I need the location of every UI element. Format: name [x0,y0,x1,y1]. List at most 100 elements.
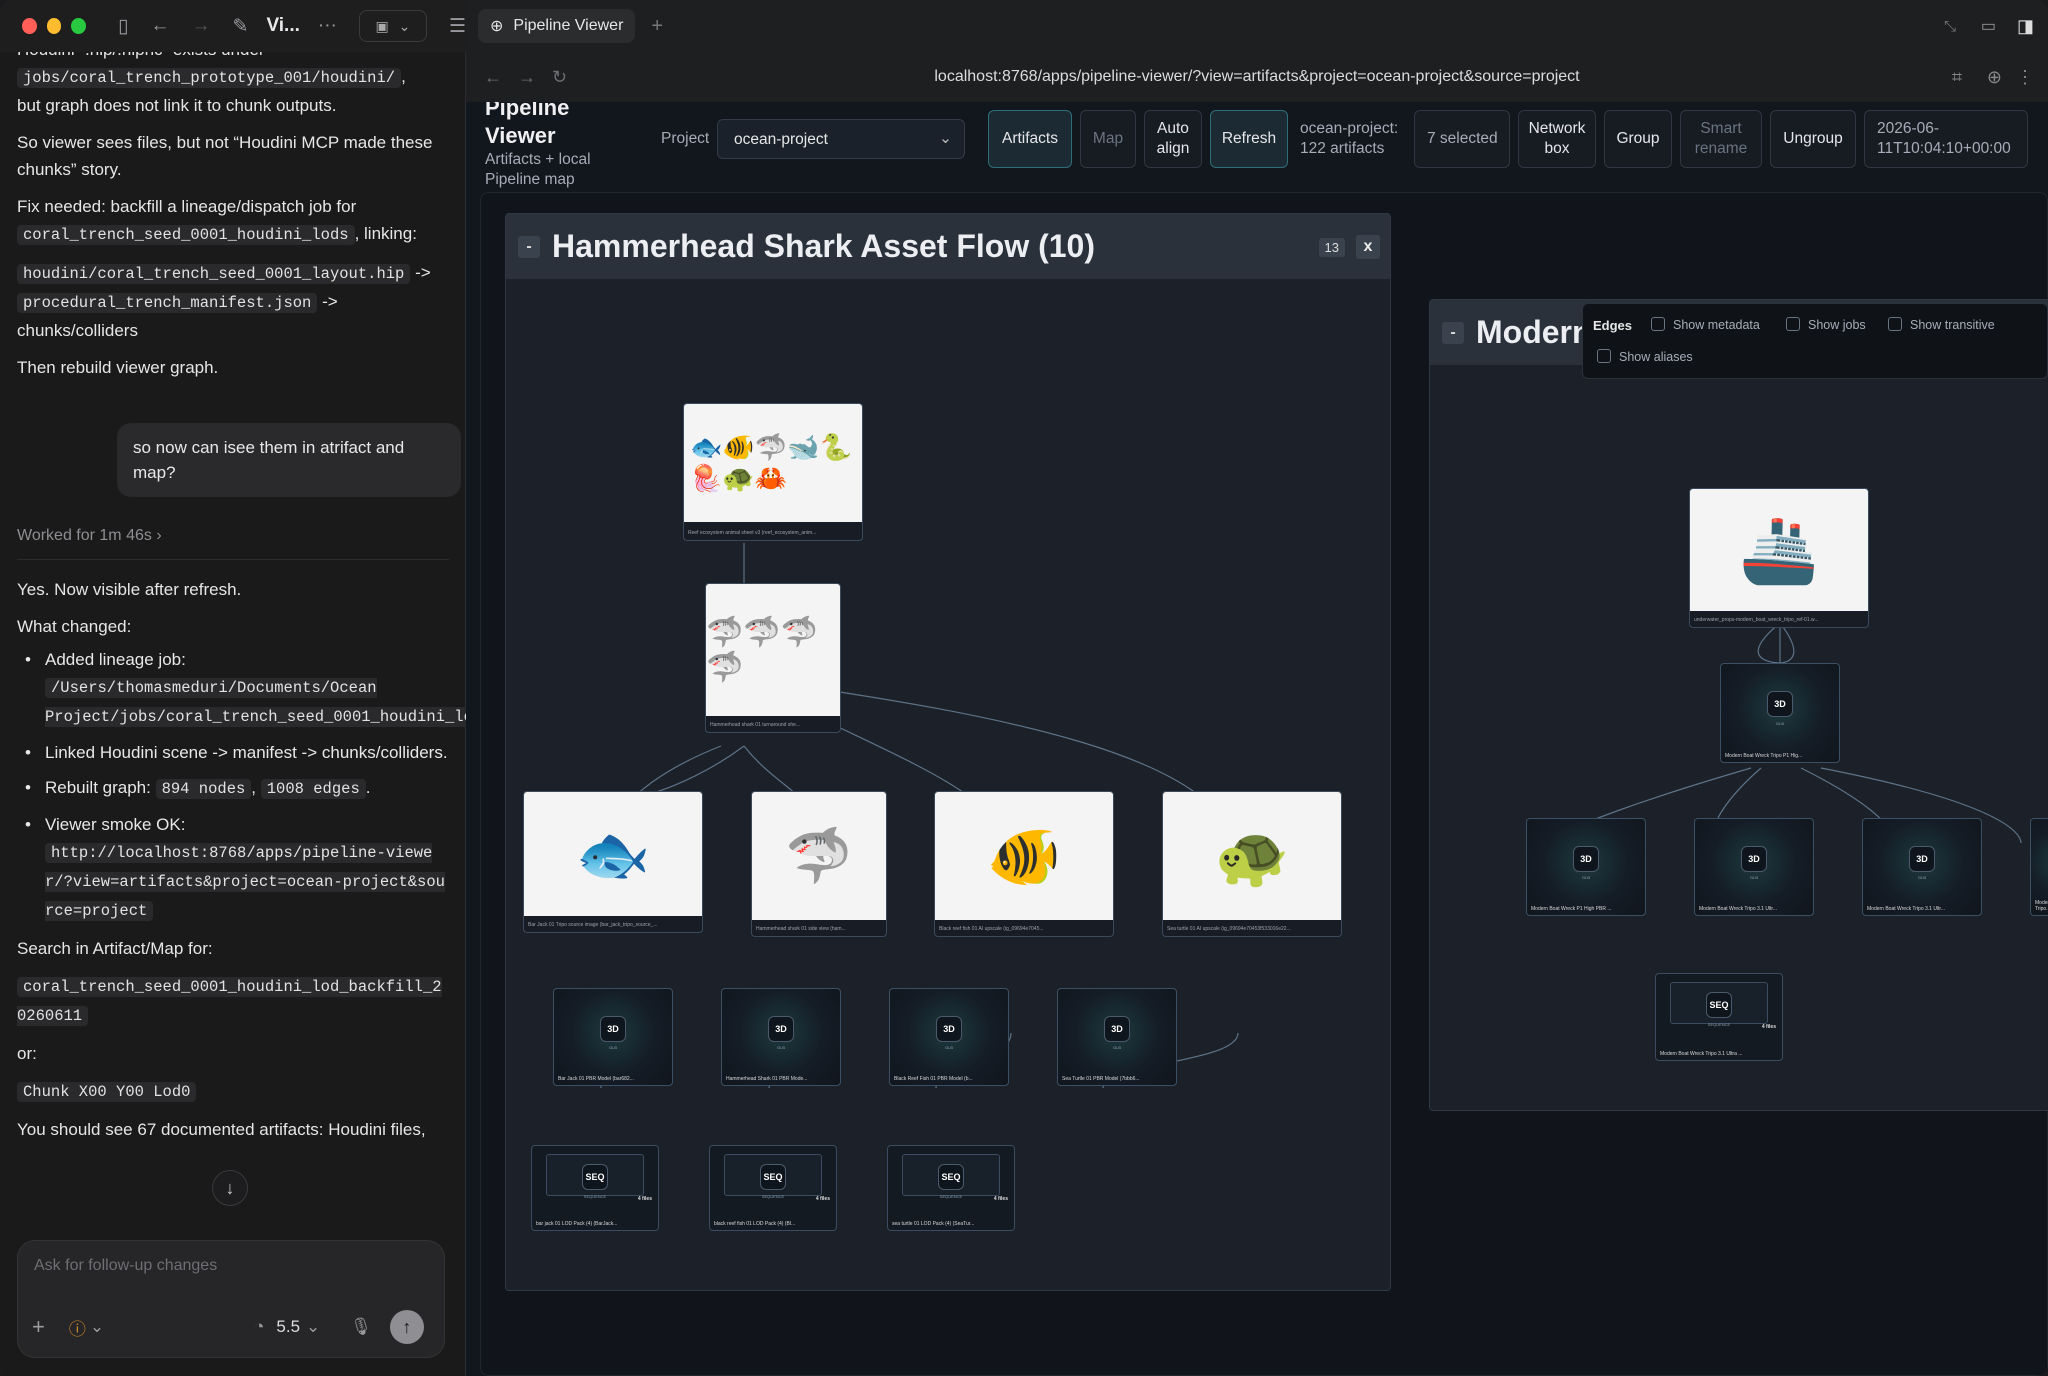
model-card[interactable]: 3D GLB Modern Boat Wreck Tripo 3.1 Ultr... [1694,818,1814,916]
artifact-card[interactable]: 🐢 Sea turtle 01 AI upscale (ig_09694e704… [1162,791,1342,937]
app-header: Pipeline Viewer Artifacts + local Pipeli… [466,102,2048,192]
minimize-pane-icon[interactable]: ⤡ [1944,18,1956,35]
model-card[interactable]: 3D GLB Sea Turtle 01 PBR Model (7bbb6... [1057,988,1177,1086]
checkbox-label: Show aliases [1619,350,1693,364]
3d-badge: 3D [768,1015,794,1042]
sequence-card[interactable]: SEQ SEQUENCE 4 files black reef fish 01 LOD… [709,1145,837,1231]
hammerhead-side-image: 🦈 [752,792,886,920]
group-title: Hammerhead Shark Asset Flow (10) [552,228,1095,264]
ungroup-button[interactable]: Ungroup [1770,110,1856,168]
inline-code[interactable]: http://localhost:8768/apps/pipeline-view… [45,843,445,921]
address-field[interactable]: localhost:8768/apps/pipeline-viewer/?vie… [466,68,2048,86]
checkbox[interactable] [1888,317,1902,331]
checkbox-label: Show metadata [1673,318,1760,332]
zoom-window-button[interactable] [71,18,87,34]
list-item-text: Linked Houdini scene -> manifest -> chun… [45,743,448,762]
minimize-window-button[interactable] [46,18,62,34]
list-icon[interactable]: ☰ [449,15,466,38]
list-item-text: Added lineage job: [45,650,186,669]
network-box-button[interactable]: Network box [1518,110,1596,168]
window-icon[interactable]: ▭ [1981,16,1996,36]
sequence-label: SEQUENCE [1707,1022,1731,1027]
scroll-down-button[interactable]: ↓ [212,1170,248,1206]
more-icon[interactable]: ··· [318,15,337,37]
artifact-count: ocean-project: 122 artifacts [1300,120,1399,157]
close-window-button[interactable] [22,18,37,34]
artifact-card[interactable]: 🚢 underwater_props-modern_boat_wreck_tri… [1689,488,1869,628]
new-tab-icon[interactable]: + [651,15,663,38]
globe-icon: ⊕ [490,18,504,35]
inline-code: coral_trench_seed_0001_houdini_lod_backf… [17,977,442,1026]
artifact-card[interactable]: 🦈🦈🦈🦈 Hammerhead shark 01 turnaround she.… [705,583,841,733]
checkbox[interactable] [1786,317,1800,331]
chat-transcript[interactable]: Houdini `.hip/.hipnc` exists under jobs/… [0,42,466,1232]
chevron-down-icon[interactable]: ⌄ [90,1317,104,1337]
sequence-card[interactable]: SEQ SEQUENCE 4 files bar jack 01 LOD Pack (… [531,1145,659,1231]
compose-icon[interactable]: ✎ [233,15,249,38]
composer[interactable]: Ask for follow-up changes + ⓘ ⌄ ◔ 5.5 ⌄ … [17,1240,445,1358]
send-button[interactable]: ↑ [389,1310,424,1344]
forward-arrow-icon[interactable]: → [192,15,211,37]
worked-label: Worked for 1m 46s [17,527,152,544]
model-select[interactable]: 5.5 [276,1317,300,1337]
model-card[interactable]: 3DModern Boat Wreck Tripo... [2030,818,2048,916]
model-card[interactable]: 3D GLB Modern Boat Wreck Tripo P1 Hig... [1720,663,1840,763]
artifact-card[interactable]: 🐟 Bar Jack 01 Tripo source image (bar_ja… [523,791,703,933]
list-item-text: Viewer smoke OK: [45,815,186,834]
seq-badge: SEQ [938,1164,964,1190]
model-card[interactable]: 3D GLB Hammerhead Shark 01 PBR Mode... [721,988,841,1086]
worked-duration[interactable]: Worked for 1m 46s › [17,527,449,560]
card-title: Sea Turtle 01 PBR Model (7bbb6... [1062,1076,1140,1082]
show-metadata-toggle[interactable]: Show metadata [1651,317,1760,332]
list-item: Viewer smoke OK: http://localhost:8768/ap… [25,811,449,925]
card-title: Bar Jack 01 PBR Model (bar682... [558,1076,634,1082]
model-card[interactable]: 3D GLB Black Reef Fish 01 PBR Model (b... [889,988,1009,1086]
sidebar-right-icon[interactable]: ◨ [2017,16,2034,37]
collapse-button[interactable]: - [518,235,540,258]
checkbox[interactable] [1651,317,1665,331]
checkbox[interactable] [1597,349,1611,363]
sidebar-toggle-icon[interactable]: ▯ [118,15,128,38]
inline-code: Chunk X00 Y00 Lod0 [17,1082,197,1102]
inline-code: coral_trench_seed_0001_houdini_lods [17,225,355,245]
plus-icon[interactable]: + [32,1314,45,1340]
tab-pipeline-viewer[interactable]: ⊕ Pipeline Viewer [478,9,636,43]
sequence-card[interactable]: SEQ SEQUENCE 4 files Modern Boat Wreck Trip… [1655,973,1783,1061]
model-card[interactable]: 3D GLB Modern Boat Wreck Tripo 3.1 Ultr... [1862,818,1982,916]
artifact-card[interactable]: 🐟🐠🦈🐋🐍🪼🐢🦀 Reef ecosystem animal sheet v3 … [683,403,863,541]
auto-align-button[interactable]: Auto align [1144,110,1202,168]
artifacts-button[interactable]: Artifacts [988,110,1072,168]
mic-icon[interactable]: 🎙 [350,1317,372,1337]
collapse-button[interactable]: - [1442,321,1464,344]
add-icon[interactable]: ⊕ [1987,67,2002,88]
show-transitive-toggle[interactable]: Show transitive [1888,317,1995,332]
graph-canvas[interactable]: - Hammerhead Shark Asset Flow (10) 13 x … [480,192,2048,1376]
composer-input[interactable]: Ask for follow-up changes [34,1257,217,1275]
view-switcher[interactable]: ▣ ⌄ [358,10,427,42]
project-select[interactable]: ocean-project ⌄ [717,119,965,159]
3d-badge: 3D [1741,845,1767,872]
card-title: underwater_props-modern_boat_wreck_tripo… [1694,617,1819,623]
inline-code: procedural_trench_manifest.json [17,293,318,313]
model-card[interactable]: 3D GLB Bar Jack 01 PBR Model (bar682... [553,988,673,1086]
show-aliases-toggle[interactable]: Show aliases [1597,349,1693,364]
permissions-icon[interactable]: ⓘ [69,1315,86,1340]
map-button[interactable]: Map [1080,110,1136,168]
show-jobs-toggle[interactable]: Show jobs [1786,317,1866,332]
model-card[interactable]: 3D GLB Modern Boat Wreck P1 High PBR ... [1526,818,1646,916]
back-arrow-icon[interactable]: ← [151,15,170,37]
group-button[interactable]: Group [1604,110,1672,168]
screenshot-icon[interactable]: ⌗ [1952,67,1962,88]
smart-rename-button[interactable]: Smart rename [1680,110,1762,168]
artifact-card[interactable]: 🦈 Hammerhead shark 01 side view (ham... [751,791,887,937]
artifact-card[interactable]: 🐠 Black reef fish 01 AI upscale (ig_0969… [934,791,1114,937]
3d-badge: 3D [600,1015,626,1042]
close-group-button[interactable]: x [1356,235,1380,259]
format-label: GLB [1917,874,1927,880]
network-box-hammerhead[interactable]: - Hammerhead Shark Asset Flow (10) 13 x [505,213,1391,1291]
chat-line: Yes. Now visible after refresh. [17,580,242,599]
chevron-down-icon[interactable]: ⌄ [306,1317,320,1337]
sequence-card[interactable]: SEQ SEQUENCE 4 files sea turtle 01 LOD Pack… [887,1145,1015,1231]
more-vertical-icon[interactable]: ⋮ [2016,67,2034,88]
refresh-button[interactable]: Refresh [1210,110,1288,168]
